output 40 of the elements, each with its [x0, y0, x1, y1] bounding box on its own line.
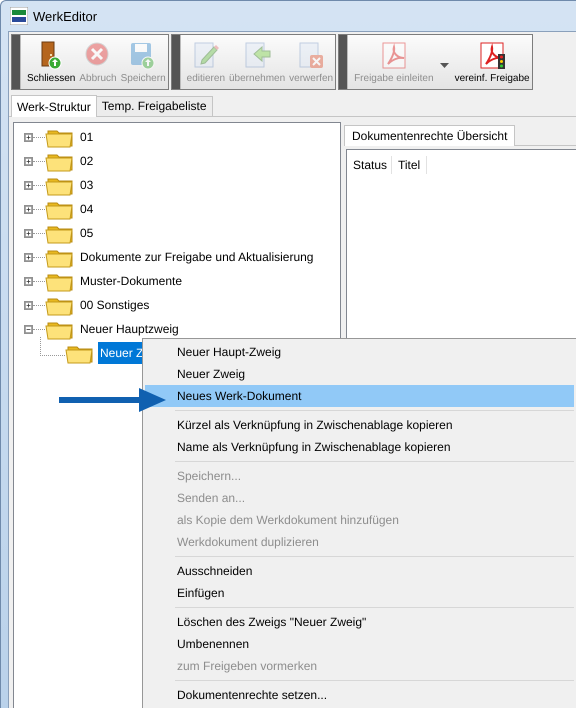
tree-item[interactable]: Muster-Dokumente — [78, 273, 184, 289]
tree-item[interactable]: Neuer Hauptzweig — [78, 321, 181, 337]
expand-icon[interactable] — [24, 252, 33, 262]
menu-item[interactable]: Name als Verknüpfung in Zwischenablage kopieren — [145, 436, 574, 458]
tree-item[interactable]: 03 — [78, 177, 96, 193]
tab[interactable]: Werk-Struktur — [11, 95, 97, 117]
column-header[interactable]: Titel — [392, 156, 428, 174]
tab[interactable]: Dokumentenrechte Übersicht — [344, 125, 516, 146]
menu-item[interactable]: Einfügen — [145, 582, 574, 604]
toolbar-button[interactable]: Schliessen — [25, 35, 78, 89]
column-header[interactable]: Status — [347, 156, 392, 174]
expand-icon[interactable] — [24, 180, 33, 190]
menu-item[interactable]: Kürzel als Verknüpfung in Zwischenablage kopieren — [145, 414, 574, 436]
menu-item[interactable]: Dokumentenrechte setzen... — [145, 684, 574, 706]
menu-item[interactable]: Neuer Haupt-Zweig — [145, 341, 574, 363]
toolbar-button[interactable]: vereinf. Freigabe — [452, 35, 532, 89]
expand-icon[interactable] — [24, 204, 33, 214]
tree-item[interactable]: 04 — [78, 201, 96, 217]
menu-item[interactable]: Neuer Zweig — [145, 363, 574, 385]
tree-item[interactable]: Dokumente zur Freigabe und Aktualisierung — [78, 249, 316, 265]
app-logo-icon — [10, 7, 28, 25]
menu-item[interactable]: Neues Werk-Dokument — [145, 385, 574, 407]
expand-icon[interactable] — [24, 300, 33, 310]
menu-item[interactable]: Umbenennen — [145, 633, 574, 655]
grip-handle — [339, 35, 348, 89]
menu-item[interactable]: Ausschneiden — [145, 560, 574, 582]
expand-icon[interactable] — [24, 156, 33, 166]
grip-handle — [12, 35, 21, 89]
menu-item[interactable]: Löschen des Zweigs "Neuer Zweig" — [145, 611, 574, 633]
tab[interactable]: Temp. Freigabeliste — [96, 96, 213, 116]
expand-icon[interactable] — [24, 132, 33, 142]
collapse-icon[interactable] — [24, 324, 33, 334]
window-title: WerkEditor — [33, 8, 98, 24]
tree-item[interactable]: 02 — [78, 153, 96, 169]
tree-item[interactable]: 05 — [78, 225, 96, 241]
expand-icon[interactable] — [24, 228, 33, 238]
grip-handle — [172, 35, 181, 89]
tree-item[interactable]: 01 — [78, 129, 96, 145]
expand-icon[interactable] — [24, 276, 33, 286]
tree-item[interactable]: 00 Sonstiges — [78, 297, 152, 313]
